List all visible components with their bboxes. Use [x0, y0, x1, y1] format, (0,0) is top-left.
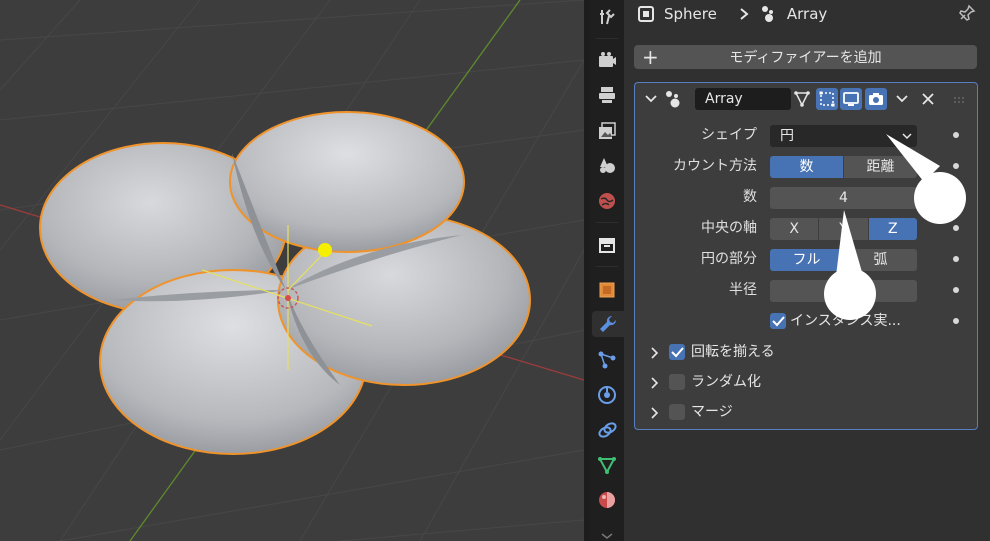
- tab-tool[interactable]: [594, 4, 620, 30]
- material-icon: [599, 492, 615, 508]
- callout-pointers: [836, 134, 940, 276]
- view-layer-icon: [599, 122, 616, 139]
- world-icon: [599, 193, 615, 209]
- properties-editor: Sphere Array + モディファイアーを追加 Array シェイプ 円 …: [624, 0, 990, 541]
- tab-collection[interactable]: [594, 232, 620, 258]
- chevron-down-icon: [601, 533, 613, 539]
- tab-material[interactable]: [594, 487, 620, 513]
- tab-scene[interactable]: [594, 152, 620, 178]
- output-icon: [599, 87, 615, 103]
- render-icon: [599, 52, 616, 67]
- tab-physics[interactable]: [594, 382, 620, 408]
- constraints-icon: [598, 422, 617, 438]
- callout-bubble: [914, 172, 966, 224]
- tab-more[interactable]: [594, 523, 620, 541]
- data-icon: [598, 457, 616, 475]
- tab-world[interactable]: [594, 188, 620, 214]
- 3d-viewport[interactable]: [0, 0, 584, 541]
- light-object[interactable]: [318, 243, 332, 257]
- tab-data[interactable]: [594, 452, 620, 478]
- tab-particles[interactable]: [594, 347, 620, 373]
- modifier-wrench-icon: [600, 315, 617, 332]
- tab-view-layer[interactable]: [594, 118, 620, 144]
- properties-tab-strip: [590, 0, 624, 541]
- tab-render[interactable]: [594, 47, 620, 73]
- scene-icon: [600, 158, 615, 173]
- tool-icon: [600, 9, 615, 25]
- collection-icon: [599, 238, 615, 253]
- tab-constraints[interactable]: [594, 417, 620, 443]
- tab-modifiers[interactable]: [592, 311, 624, 337]
- sphere-array-mesh[interactable]: [39, 111, 531, 455]
- physics-icon: [598, 386, 616, 404]
- viewport-canvas: [0, 0, 584, 541]
- tab-object[interactable]: [594, 277, 620, 303]
- object-icon: [599, 282, 615, 298]
- callout-bubble: [824, 268, 876, 320]
- particles-icon: [598, 351, 616, 369]
- tab-output[interactable]: [594, 82, 620, 108]
